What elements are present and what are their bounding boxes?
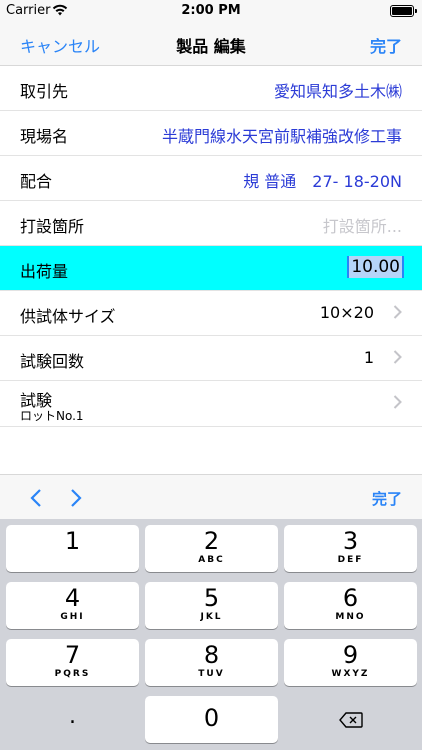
row-placement-location[interactable]: 打設箇所 打設箇所... <box>0 201 422 246</box>
site-name-value: 半蔵門線水天宮前駅補強改修工事 <box>161 127 402 146</box>
page-title: 製品 編集 <box>176 37 246 56</box>
row-site-name[interactable]: 現場名 半蔵門線水天宮前駅補強改修工事 <box>0 111 422 156</box>
key-7-letters: PQRS <box>54 669 91 679</box>
done-button[interactable]: 完了 <box>370 33 402 57</box>
previous-field-icon[interactable] <box>30 488 42 508</box>
row-test[interactable]: 試験 ロットNo.1 <box>0 381 422 427</box>
shipment-quantity-label: 出荷量 <box>20 262 69 281</box>
key-8-digit: 8 <box>203 641 220 669</box>
test-count-value: 1 <box>363 348 374 367</box>
next-field-icon[interactable] <box>70 488 82 508</box>
row-client[interactable]: 取引先 愛知県知多土木㈱ <box>0 66 422 111</box>
placement-location-input[interactable]: 打設箇所... <box>323 213 402 237</box>
key-9-digit: 9 <box>342 641 359 669</box>
key-0-digit: 0 <box>203 704 220 732</box>
home-indicator-area <box>0 744 422 750</box>
shipment-quantity-input[interactable]: 10.00 <box>347 256 404 278</box>
key-7[interactable]: 7 PQRS <box>6 639 139 686</box>
mix-label: 配合 <box>20 172 53 191</box>
placement-location-label: 打設箇所 <box>20 217 85 236</box>
key-6-digit: 6 <box>342 584 359 612</box>
row-test-count[interactable]: 試験回数 1 <box>0 336 422 381</box>
key-decimal[interactable]: . <box>6 696 139 743</box>
key-5-letters: JKL <box>200 612 223 622</box>
key-9-letters: WXYZ <box>331 669 370 679</box>
key-1[interactable]: 1 <box>6 525 139 572</box>
key-6[interactable]: 6 MNO <box>284 582 417 629</box>
toolbar-done-button[interactable]: 完了 <box>372 488 402 509</box>
key-4-digit: 4 <box>64 584 81 612</box>
key-4[interactable]: 4 GHI <box>6 582 139 629</box>
key-1-digit: 1 <box>64 527 81 555</box>
lot-number-label: ロットNo.1 <box>20 409 84 423</box>
key-2[interactable]: 2 ABC <box>145 525 278 572</box>
key-4-letters: GHI <box>60 612 85 622</box>
row-shipment-quantity[interactable]: 出荷量 10.00 <box>0 246 422 291</box>
specimen-size-value: 10×20 <box>319 303 374 322</box>
row-specimen-size[interactable]: 供試体サイズ 10×20 <box>0 291 422 336</box>
delete-backspace-icon <box>338 711 363 728</box>
key-delete[interactable] <box>284 696 417 743</box>
key-2-letters: ABC <box>198 555 225 565</box>
key-decimal-symbol: . <box>69 704 76 729</box>
key-3-digit: 3 <box>342 527 359 555</box>
battery-icon <box>390 5 417 17</box>
client-value: 愛知県知多土木㈱ <box>273 82 402 101</box>
key-7-digit: 7 <box>64 641 81 669</box>
chevron-right-icon <box>393 350 402 364</box>
key-9[interactable]: 9 WXYZ <box>284 639 417 686</box>
row-mix[interactable]: 配合 規 普通 27- 18-20N <box>0 156 422 201</box>
client-label: 取引先 <box>20 82 69 101</box>
key-6-letters: MNO <box>335 612 366 622</box>
navigation-bar: キャンセル 製品 編集 完了 <box>0 22 422 66</box>
key-5-digit: 5 <box>203 584 220 612</box>
key-8-letters: TUV <box>198 669 225 679</box>
key-2-digit: 2 <box>203 527 220 555</box>
mix-value: 規 普通 27- 18-20N <box>243 172 402 191</box>
specimen-size-label: 供試体サイズ <box>20 307 116 326</box>
key-0[interactable]: 0 <box>145 696 278 743</box>
chevron-right-icon <box>393 395 402 409</box>
product-edit-form: 取引先 愛知県知多土木㈱ 現場名 半蔵門線水天宮前駅補強改修工事 配合 規 普通… <box>0 66 422 427</box>
key-5[interactable]: 5 JKL <box>145 582 278 629</box>
status-bar: Carrier 2:00 PM <box>0 0 422 22</box>
number-keypad: 1 2 ABC 3 DEF 4 GHI 5 JKL 6 MNO 7 PQRS 8… <box>0 519 422 750</box>
key-3-letters: DEF <box>337 555 364 565</box>
empty-row <box>0 426 422 474</box>
key-8[interactable]: 8 TUV <box>145 639 278 686</box>
chevron-right-icon <box>393 305 402 319</box>
status-time: 2:00 PM <box>181 3 241 18</box>
keyboard-toolbar: 完了 <box>0 474 422 519</box>
test-count-label: 試験回数 <box>20 352 85 371</box>
site-name-label: 現場名 <box>20 127 69 146</box>
key-3[interactable]: 3 DEF <box>284 525 417 572</box>
